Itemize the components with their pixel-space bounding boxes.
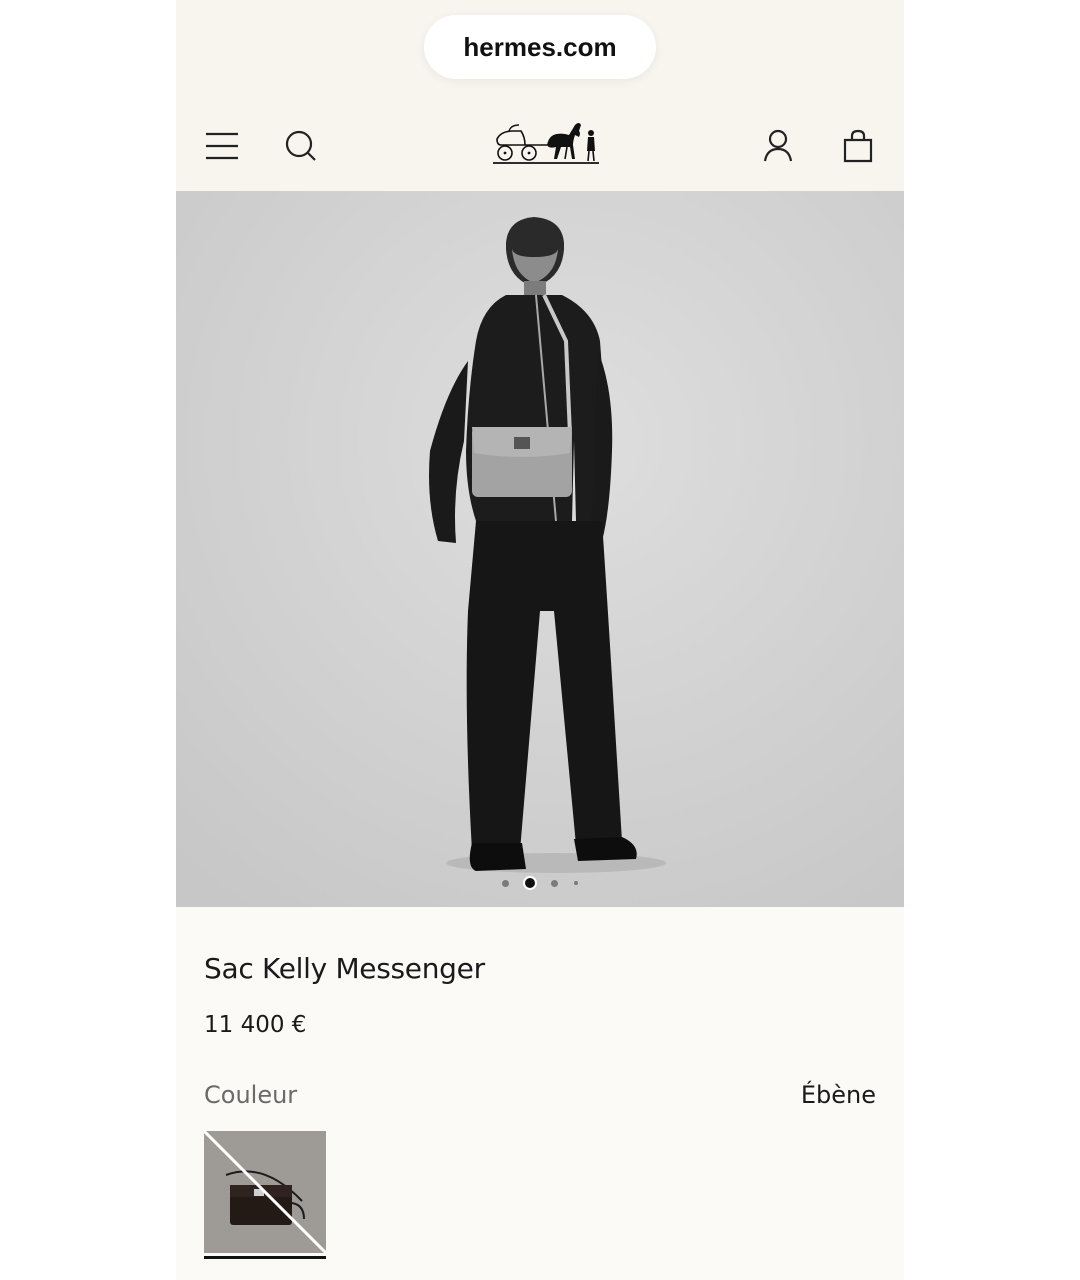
- url-bar[interactable]: hermes.com: [424, 15, 656, 79]
- selected-swatch-indicator: [204, 1256, 326, 1259]
- gallery-dot-active[interactable]: [525, 878, 535, 888]
- swatch-bag-thumbnail: [204, 1131, 326, 1253]
- selected-color-name: Ébène: [800, 1081, 876, 1109]
- shopping-bag-icon[interactable]: [834, 122, 882, 170]
- product-image[interactable]: [176, 191, 904, 907]
- product-price: 11 400 €: [204, 1012, 307, 1038]
- user-icon[interactable]: [754, 122, 802, 170]
- top-bar: hermes.com: [176, 0, 904, 191]
- gallery-dot[interactable]: [502, 879, 509, 887]
- model-photo: [176, 191, 904, 907]
- hermes-carriage-logo[interactable]: [491, 115, 603, 169]
- gallery-pagination: [176, 874, 904, 892]
- gallery-dot[interactable]: [551, 879, 558, 887]
- color-swatch-ebene[interactable]: [204, 1131, 326, 1253]
- product-title: Sac Kelly Messenger: [204, 952, 485, 985]
- url-text: hermes.com: [463, 31, 617, 62]
- color-label: Couleur: [204, 1081, 298, 1109]
- gallery-dot[interactable]: [574, 881, 578, 885]
- phone-screen: hermes.com Sac Kelly Messenger 11 400 € …: [176, 0, 904, 1280]
- search-icon[interactable]: [277, 122, 325, 170]
- menu-icon[interactable]: [198, 122, 246, 170]
